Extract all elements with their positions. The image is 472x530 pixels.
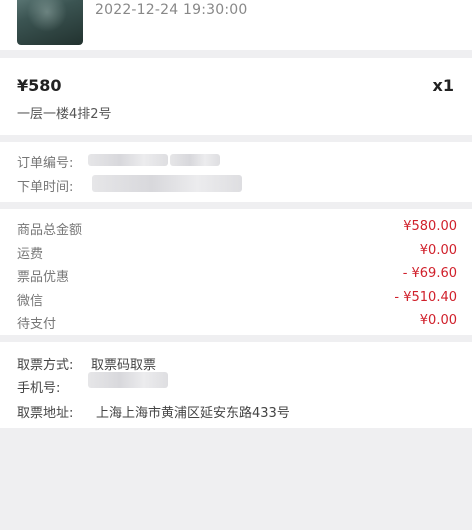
amount-value: - ¥69.60 (402, 266, 457, 281)
order-time-label: 下单时间: (17, 180, 74, 195)
pickup-info-card: 取票方式: 取票码取票 手机号: 取票地址: 上海上海市黄浦区延安东路433号 (0, 342, 472, 428)
amount-value: - ¥510.40 (394, 290, 457, 305)
ticket-card: ¥580 x1 一层一楼4排2号 (0, 58, 472, 135)
amount-label: 待支付 (17, 317, 57, 332)
order-number-redacted (88, 154, 168, 166)
pickup-address-value: 上海上海市黄浦区延安东路433号 (96, 406, 290, 421)
amount-label: 运费 (17, 247, 44, 262)
amount-value: ¥580.00 (403, 219, 457, 234)
ticket-quantity: x1 (432, 76, 454, 95)
pickup-address-label: 取票地址: (17, 406, 74, 421)
event-card: 2022-12-24 19:30:00 (0, 0, 472, 50)
amount-value: ¥0.00 (419, 313, 457, 328)
pickup-method-value: 取票码取票 (91, 358, 157, 373)
amount-label: 商品总金额 (17, 223, 83, 238)
ticket-seat: 一层一楼4排2号 (17, 107, 112, 122)
amount-label: 票品优惠 (17, 270, 70, 285)
pickup-method-label: 取票方式: (17, 358, 74, 373)
order-info-card: 订单编号: 下单时间: (0, 142, 472, 202)
order-time-redacted (92, 175, 242, 192)
amount-value: ¥0.00 (419, 243, 457, 258)
order-number-redacted-2 (170, 154, 220, 166)
phone-label: 手机号: (17, 381, 61, 396)
amount-label: 微信 (17, 294, 44, 309)
event-time: 2022-12-24 19:30:00 (95, 2, 248, 18)
ticket-price: ¥580 (17, 76, 62, 95)
amount-card: 商品总金额 ¥580.00 运费 ¥0.00 票品优惠 - ¥69.60 微信 … (0, 209, 472, 335)
event-poster-image (17, 0, 83, 45)
phone-redacted (88, 372, 168, 388)
order-number-label: 订单编号: (17, 156, 74, 171)
